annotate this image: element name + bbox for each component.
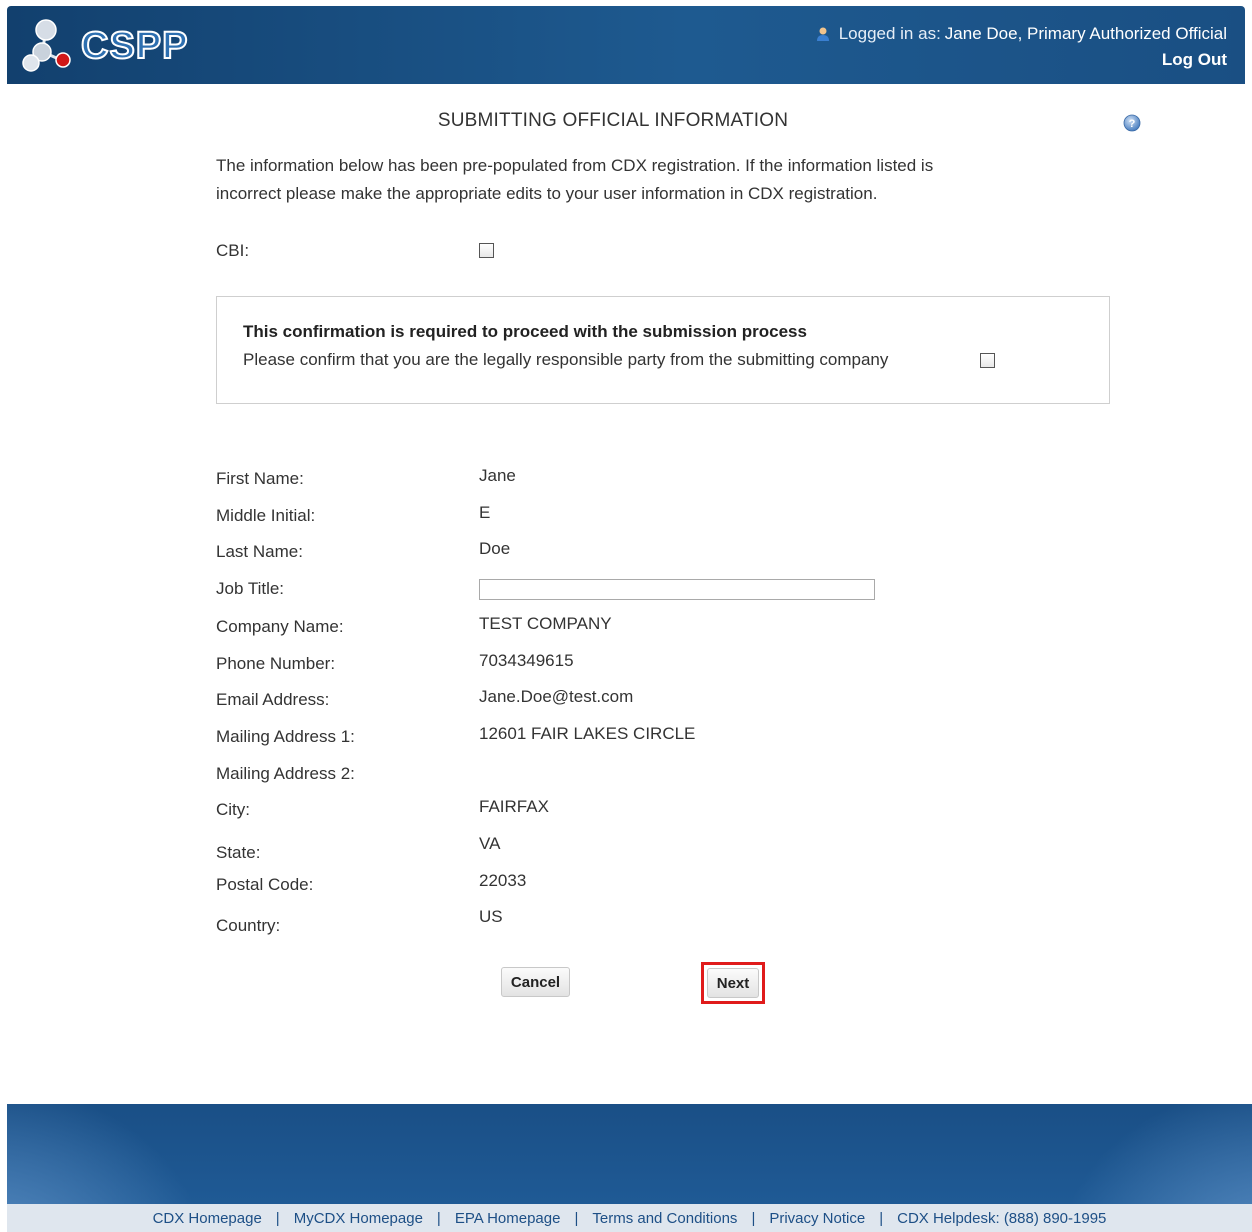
page-title: SUBMITTING OFFICIAL INFORMATION bbox=[437, 110, 789, 131]
mailing-address-2-label: Mailing Address 2: bbox=[216, 764, 355, 783]
confirmation-title: This confirmation is required to proceed… bbox=[243, 322, 807, 341]
molecule-logo-icon bbox=[21, 18, 81, 74]
postal-code-label: Postal Code: bbox=[216, 875, 314, 894]
cancel-button[interactable]: Cancel bbox=[501, 967, 570, 997]
mailing-address-1-value: 12601 FAIR LAKES CIRCLE bbox=[479, 724, 696, 743]
logged-in-line: Logged in as: Jane Doe, Primary Authoriz… bbox=[815, 24, 1227, 44]
company-name-value: TEST COMPANY bbox=[479, 614, 612, 633]
footer-link-helpdesk[interactable]: CDX Helpdesk: (888) 890-1995 bbox=[897, 1210, 1106, 1227]
cbi-checkbox[interactable] bbox=[479, 243, 494, 258]
help-icon[interactable]: ? bbox=[1123, 114, 1141, 132]
job-title-label: Job Title: bbox=[216, 579, 285, 598]
footer-separator: | bbox=[275, 1209, 280, 1227]
user-icon bbox=[815, 26, 831, 42]
country-label: Country: bbox=[216, 916, 281, 935]
intro-line-2: incorrect please make the appropriate ed… bbox=[216, 184, 878, 203]
footer-link-epa-homepage[interactable]: EPA Homepage bbox=[455, 1210, 561, 1227]
email-address-value: Jane.Doe@test.com bbox=[479, 687, 634, 706]
phone-number-label: Phone Number: bbox=[216, 654, 336, 673]
svg-text:?: ? bbox=[1129, 118, 1136, 130]
logout-link[interactable]: Log Out bbox=[815, 50, 1227, 70]
confirmation-checkbox[interactable] bbox=[980, 353, 995, 368]
footer-band bbox=[7, 1104, 1252, 1204]
user-name: Jane Doe, Primary Authorized Official bbox=[944, 24, 1227, 43]
footer-separator: | bbox=[574, 1209, 579, 1227]
footer-link-cdx-homepage[interactable]: CDX Homepage bbox=[153, 1210, 262, 1227]
logged-in-prefix: Logged in as: bbox=[838, 24, 941, 43]
first-name-label: First Name: bbox=[216, 469, 304, 488]
footer-link-terms[interactable]: Terms and Conditions bbox=[592, 1210, 737, 1227]
state-label: State: bbox=[216, 843, 261, 862]
postal-code-value: 22033 bbox=[479, 871, 527, 890]
logo-text: CSPP bbox=[80, 25, 189, 67]
middle-initial-value: E bbox=[479, 503, 491, 522]
mailing-address-1-label: Mailing Address 1: bbox=[216, 727, 355, 746]
footer-separator: | bbox=[751, 1209, 756, 1227]
first-name-value: Jane bbox=[479, 466, 516, 485]
phone-number-value: 7034349615 bbox=[479, 651, 574, 670]
last-name-label: Last Name: bbox=[216, 542, 303, 561]
footer-link-mycdx-homepage[interactable]: MyCDX Homepage bbox=[294, 1210, 423, 1227]
city-value: FAIRFAX bbox=[479, 797, 549, 816]
cbi-label: CBI: bbox=[216, 241, 250, 260]
cspp-logo[interactable]: CSPP bbox=[21, 16, 188, 76]
intro-line-1: The information below has been pre-popul… bbox=[216, 156, 934, 175]
country-value: US bbox=[479, 907, 503, 926]
job-title-input[interactable] bbox=[479, 579, 875, 600]
company-name-label: Company Name: bbox=[216, 617, 344, 636]
next-button[interactable]: Next bbox=[707, 968, 759, 998]
state-value: VA bbox=[479, 834, 501, 853]
footer-separator: | bbox=[879, 1209, 884, 1227]
middle-initial-label: Middle Initial: bbox=[216, 506, 316, 525]
app-header: CSPP Logged in as: Jane Doe, Primary Aut… bbox=[7, 6, 1245, 84]
footer-link-privacy[interactable]: Privacy Notice bbox=[769, 1210, 865, 1227]
footer-links: CDX Homepage | MyCDX Homepage | EPA Home… bbox=[7, 1204, 1252, 1232]
city-label: City: bbox=[216, 800, 250, 819]
footer-separator: | bbox=[436, 1209, 441, 1227]
user-info: Logged in as: Jane Doe, Primary Authoriz… bbox=[815, 24, 1227, 70]
email-address-label: Email Address: bbox=[216, 690, 330, 709]
confirmation-text: Please confirm that you are the legally … bbox=[243, 350, 889, 369]
last-name-value: Doe bbox=[479, 539, 511, 558]
intro-text: The information below has been pre-popul… bbox=[216, 152, 1036, 208]
